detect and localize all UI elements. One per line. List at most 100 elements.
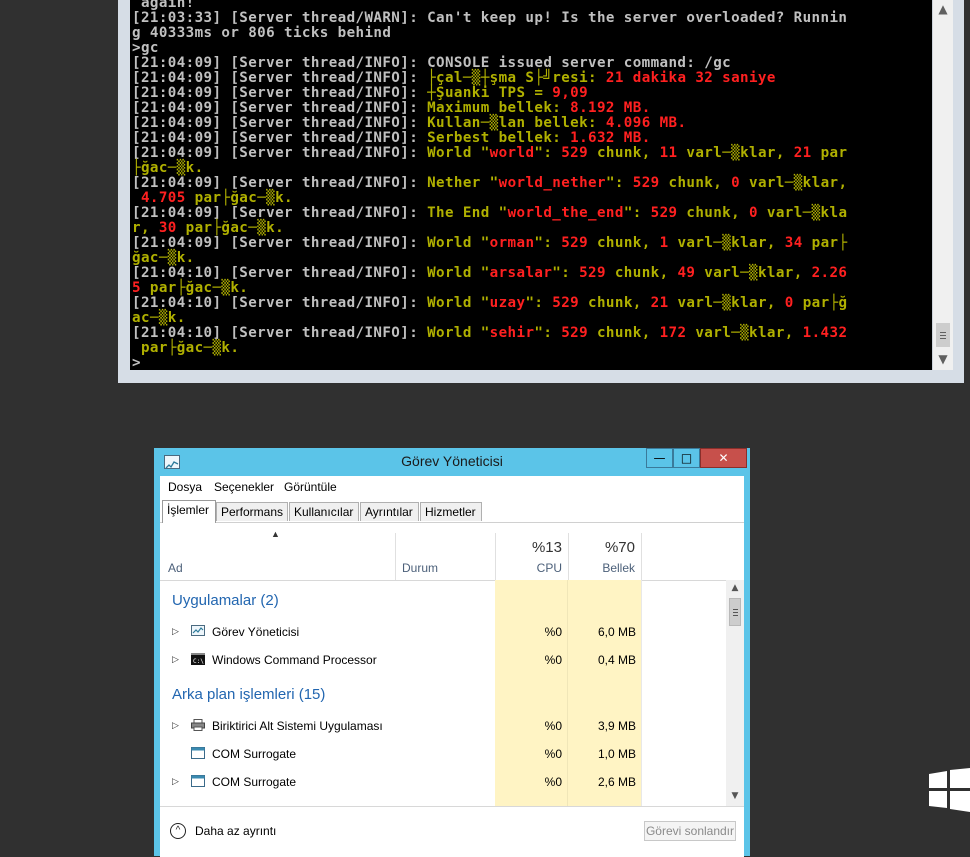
end-task-button[interactable]: Görevi sonlandır xyxy=(644,821,736,841)
process-list-scrollbar[interactable]: ▲ ▼ xyxy=(726,580,744,806)
scroll-down-icon[interactable]: ▼ xyxy=(933,350,953,368)
process-cpu: %0 xyxy=(544,653,562,667)
scroll-up-icon[interactable]: ▲ xyxy=(933,0,953,18)
console-segment: varl─▒klar, xyxy=(740,175,848,191)
scroll-up-icon[interactable]: ▲ xyxy=(726,580,744,596)
svg-text:C:\: C:\ xyxy=(193,658,204,665)
console-segment: par├ğac─▒k. xyxy=(132,340,240,356)
console-segment: 0 xyxy=(784,295,794,311)
console-segment: 30 xyxy=(158,220,177,236)
console-line: [21:04:10] [Server thread/INFO]: World "… xyxy=(132,326,847,341)
console-segment: [21:04:10] [Server thread/INFO]: xyxy=(132,295,428,311)
console-segment: ┼Şuanki TPS = xyxy=(427,85,553,101)
scrollbar-thumb[interactable] xyxy=(936,323,950,347)
console-line: [21:04:09] [Server thread/INFO]: The End… xyxy=(132,206,847,221)
console-segment: Kullan─▒lan bellek: xyxy=(427,115,606,131)
expand-icon[interactable]: ▷ xyxy=(172,720,179,731)
console-segment: ac─▒k. xyxy=(132,310,186,326)
process-name: Görev Yöneticisi xyxy=(212,625,300,639)
console-segment: [21:03:33] [Server thread/WARN]: Can't k… xyxy=(132,10,848,26)
scrollbar-thumb[interactable] xyxy=(729,598,741,626)
console-segment: par├ğ xyxy=(793,295,848,311)
expand-icon[interactable]: ▷ xyxy=(172,654,179,665)
column-name[interactable]: Ad xyxy=(168,561,183,575)
console-segment: [21:04:09] [Server thread/INFO]: xyxy=(132,130,428,146)
group-apps[interactable]: Uygulamalar (2) xyxy=(172,592,279,609)
console-segment: 529 xyxy=(632,175,660,191)
scroll-down-icon[interactable]: ▼ xyxy=(726,788,744,804)
column-status[interactable]: Durum xyxy=(402,561,438,575)
close-button[interactable]: ✕ xyxy=(700,448,747,468)
menu-view[interactable]: Görüntüle xyxy=(284,480,337,494)
console-segment: [21:04:09] [Server thread/INFO]: xyxy=(132,85,428,101)
console-line: [21:03:33] [Server thread/WARN]: Can't k… xyxy=(132,11,847,26)
console-segment: [21:04:09] [Server thread/INFO]: xyxy=(132,70,428,86)
console-line: [21:04:09] [Server thread/INFO]: Nether … xyxy=(132,176,847,191)
console-segment: 1.632 MB. xyxy=(570,130,651,146)
console-text: again! [21:03:33] [Server thread/WARN]: C… xyxy=(132,0,847,370)
process-name: COM Surrogate xyxy=(212,747,297,761)
process-row[interactable]: ▷ C:\ Windows Command Processor %0 0,4 M… xyxy=(160,646,726,674)
console-line: [21:04:09] [Server thread/INFO]: Maximum… xyxy=(132,101,847,116)
console-scrollbar[interactable]: ▲ ▼ xyxy=(932,0,953,370)
process-row[interactable]: COM Surrogate %0 1,0 MB xyxy=(160,740,726,768)
console-segment: 9,09 xyxy=(552,85,589,101)
console-output[interactable]: again! [21:03:33] [Server thread/WARN]: C… xyxy=(130,0,932,370)
console-window: again! [21:03:33] [Server thread/WARN]: C… xyxy=(118,0,964,383)
tab-users[interactable]: Kullanıcılar xyxy=(289,502,359,521)
console-segment: [21:04:10] [Server thread/INFO]: xyxy=(132,325,428,341)
process-name: Windows Command Processor xyxy=(212,653,377,667)
console-segment: ğac─▒k. xyxy=(132,250,195,266)
console-segment: par├ğac─▒k. xyxy=(176,220,285,236)
group-background[interactable]: Arka plan işlemleri (15) xyxy=(172,686,325,703)
tab-processes[interactable]: İşlemler xyxy=(162,500,216,523)
console-line: ├ğac─▒k. xyxy=(132,161,847,176)
minimize-button[interactable]: — xyxy=(646,448,673,468)
console-segment: varl─▒klar, xyxy=(668,295,785,311)
chevron-up-icon[interactable]: ^ xyxy=(170,823,186,839)
expand-icon[interactable]: ▷ xyxy=(172,776,179,787)
console-segment: Nether " xyxy=(427,175,499,191)
menu-options[interactable]: Seçenekler xyxy=(214,480,274,494)
console-segment: Maximum bellek: xyxy=(427,100,571,116)
task-manager-window: Görev Yöneticisi — □ ✕ Dosya Seçenekler … xyxy=(154,448,750,857)
windows-logo-icon[interactable] xyxy=(929,768,970,812)
process-name: Biriktirici Alt Sistemi Uygulaması xyxy=(212,719,383,733)
tab-performance[interactable]: Performans xyxy=(216,502,288,521)
tab-services[interactable]: Hizmetler xyxy=(420,502,482,521)
console-segment: 1 xyxy=(659,235,669,251)
title-bar[interactable]: Görev Yöneticisi — □ ✕ xyxy=(154,448,750,476)
console-segment: 529 xyxy=(650,205,678,221)
console-line: 4.705 par├ğac─▒k. xyxy=(132,191,847,206)
console-segment: chunk, xyxy=(677,205,750,221)
menu-file[interactable]: Dosya xyxy=(168,480,202,494)
console-segment: 34 xyxy=(784,235,803,251)
console-line: 5 par├ğac─▒k. xyxy=(132,281,847,296)
console-segment: 11 xyxy=(659,145,678,161)
console-segment: > xyxy=(132,355,141,371)
console-segment: 172 xyxy=(659,325,687,341)
maximize-button[interactable]: □ xyxy=(673,448,700,468)
column-memory[interactable]: Bellek xyxy=(569,561,635,575)
expand-icon[interactable]: ▷ xyxy=(172,626,179,637)
console-segment: 21 dakika 32 saniye xyxy=(605,70,776,86)
console-segment: arsalar xyxy=(489,265,553,281)
console-segment: world_the_end xyxy=(507,205,624,221)
console-segment: ": xyxy=(534,325,562,341)
console-segment: 529 xyxy=(579,265,606,281)
printer-icon xyxy=(191,719,205,731)
fewer-details-link[interactable]: Daha az ayrıntı xyxy=(195,824,276,838)
process-row[interactable]: ▷ COM Surrogate %0 2,6 MB xyxy=(160,768,726,796)
process-row[interactable]: ▷ Biriktirici Alt Sistemi Uygulaması %0 … xyxy=(160,712,726,740)
console-segment: 2.26 xyxy=(811,265,848,281)
tab-details[interactable]: Ayrıntılar xyxy=(360,502,419,521)
console-segment: varl─▒klar, xyxy=(677,145,794,161)
process-row[interactable]: ▷ Görev Yöneticisi %0 6,0 MB xyxy=(160,618,726,646)
console-line: r, 30 par├ğac─▒k. xyxy=(132,221,847,236)
console-segment: [21:04:10] [Server thread/INFO]: xyxy=(132,265,428,281)
console-line: ğac─▒k. xyxy=(132,251,847,266)
column-cpu[interactable]: CPU xyxy=(496,561,562,575)
window-icon xyxy=(191,747,205,759)
console-segment: chunk, xyxy=(605,265,678,281)
console-segment: ": xyxy=(525,295,553,311)
